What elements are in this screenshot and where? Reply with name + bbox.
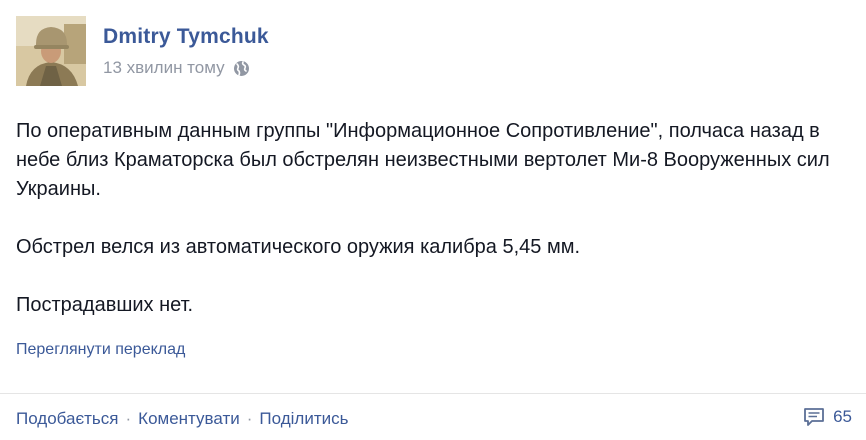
author-name[interactable]: Dmitry Tymchuk (103, 25, 269, 49)
action-bar: Подобається · Коментувати · Поділитись (16, 409, 348, 429)
comment-count[interactable]: 65 (803, 407, 852, 427)
comment-count-value: 65 (833, 407, 852, 426)
post-meta: 13 хвилин тому (103, 58, 250, 78)
post-paragraph: По оперативным данным группы "Информацио… (16, 120, 830, 200)
comment-count-icon (803, 407, 825, 427)
timestamp[interactable]: 13 хвилин тому (103, 58, 225, 78)
divider (0, 393, 866, 394)
post-paragraph: Обстрел велся из автоматического оружия … (16, 236, 581, 258)
like-button[interactable]: Подобається (16, 409, 119, 429)
see-translation-link[interactable]: Переглянути переклад (16, 341, 185, 359)
globe-icon[interactable] (233, 60, 250, 77)
separator-dot: · (246, 409, 253, 428)
avatar-photo (16, 16, 86, 86)
share-button[interactable]: Поділитись (259, 409, 348, 429)
separator-dot: · (125, 409, 132, 428)
comment-button[interactable]: Коментувати (138, 409, 240, 429)
post-body: По оперативным данным группы "Информацио… (16, 117, 856, 320)
avatar[interactable] (16, 16, 86, 86)
facebook-post: Dmitry Tymchuk 13 хвилин тому По операти… (0, 0, 866, 440)
post-paragraph: Пострадавших нет. (16, 294, 194, 316)
